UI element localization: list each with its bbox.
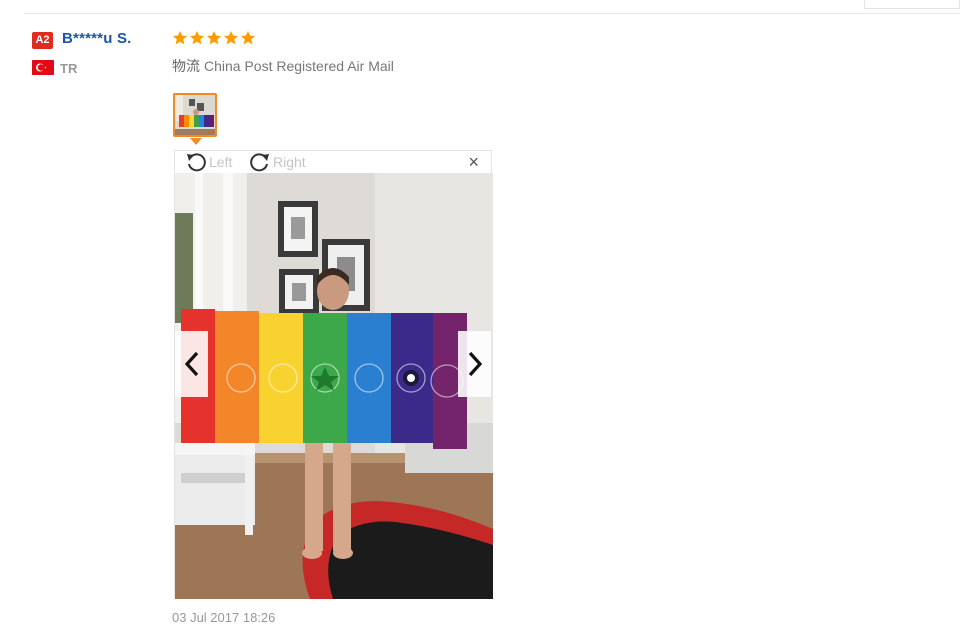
star-icon bbox=[241, 31, 255, 45]
shipping-method: China Post Registered Air Mail bbox=[204, 58, 394, 74]
star-icon bbox=[173, 31, 187, 45]
close-viewer-button[interactable]: × bbox=[468, 153, 479, 171]
rotate-right-label: Right bbox=[273, 154, 306, 170]
star-rating bbox=[172, 30, 256, 48]
top-divider bbox=[24, 13, 960, 14]
thumbnail-pointer bbox=[190, 138, 202, 145]
reviewer-name: B*****u S. bbox=[62, 30, 132, 47]
review-date: 03 Jul 2017 18:26 bbox=[172, 610, 276, 625]
rotate-left-button[interactable]: Left bbox=[185, 151, 232, 173]
rotate-right-button[interactable]: Right bbox=[249, 151, 306, 173]
rotate-left-icon bbox=[187, 153, 206, 172]
next-photo-button[interactable] bbox=[458, 331, 491, 397]
star-icon bbox=[224, 31, 238, 45]
previous-photo-button[interactable] bbox=[175, 331, 208, 397]
top-control-edge bbox=[864, 0, 960, 9]
turkey-flag-icon bbox=[32, 60, 54, 75]
star-icon bbox=[207, 31, 221, 45]
review-photo-thumbnail[interactable] bbox=[173, 93, 217, 137]
shipping-label: 物流 bbox=[172, 58, 200, 74]
chevron-right-icon bbox=[468, 351, 482, 377]
reviewer-country: TR bbox=[60, 61, 78, 76]
rotate-right-icon bbox=[250, 153, 269, 172]
image-viewer: Left Right × bbox=[174, 150, 493, 599]
star-icon bbox=[190, 31, 204, 45]
rotate-left-label: Left bbox=[209, 154, 233, 170]
buyer-level-badge: A2 bbox=[32, 32, 53, 49]
viewer-toolbar: Left Right × bbox=[175, 151, 491, 173]
shipping-info: 物流 China Post Registered Air Mail bbox=[172, 56, 394, 76]
chevron-left-icon bbox=[184, 351, 198, 377]
review-photo bbox=[175, 173, 493, 599]
